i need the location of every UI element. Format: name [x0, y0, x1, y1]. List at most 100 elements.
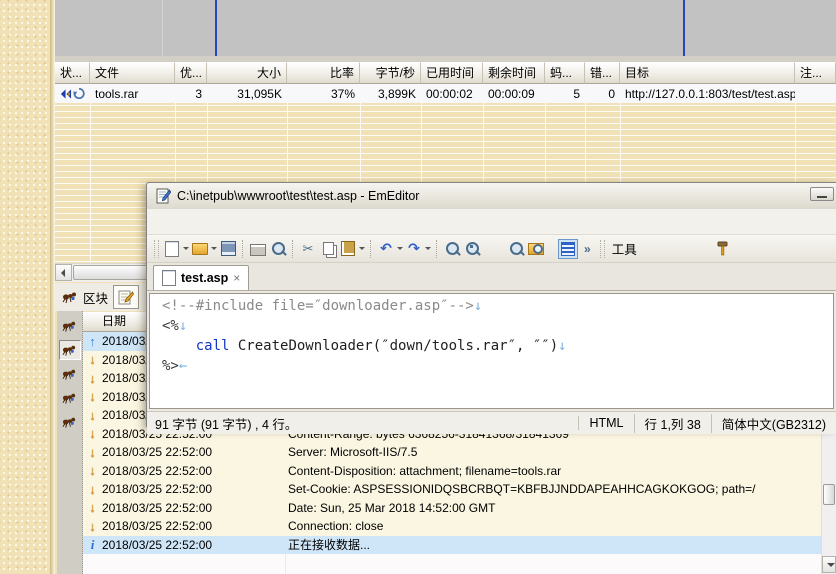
emeditor-titlebar[interactable]: C:\inetpub\wwwroot\test\test.asp - EmEdi…	[147, 183, 836, 209]
top-pane-divider	[162, 0, 163, 56]
thread-ant-icon[interactable]	[59, 364, 81, 384]
col-target[interactable]: 目标	[620, 62, 795, 84]
vertical-scroll-thumb[interactable]	[823, 484, 835, 505]
col-size[interactable]: 大小	[207, 62, 287, 84]
left-texture-strip	[0, 0, 55, 574]
copy-icon	[323, 242, 334, 255]
log-row[interactable]: ↓ 2018/03/25 22:52:00 Set-Cookie: ASPSES…	[83, 480, 821, 499]
log-row-icon: ↓	[85, 352, 100, 367]
highlight-panel-toggle[interactable]	[558, 239, 578, 259]
emeditor-tabbar: test.asp ×	[147, 263, 836, 291]
scroll-down-button[interactable]	[822, 556, 836, 573]
status-encoding[interactable]: 简体中文(GB2312)	[711, 414, 836, 433]
scroll-left-button[interactable]	[55, 264, 72, 281]
log-row-message: Content-Disposition: attachment; filenam…	[288, 464, 561, 478]
tools-toolbar-grip[interactable]	[600, 240, 605, 258]
col-remaining[interactable]: 剩余时间	[483, 62, 545, 84]
col-errors[interactable]: 错...	[585, 62, 620, 84]
col-elapsed[interactable]: 已用时间	[421, 62, 483, 84]
code-lines: <!--#include file=″downloader.asp″-->↓<%…	[162, 296, 833, 376]
print-button[interactable]	[248, 239, 268, 259]
new-file-dropdown[interactable]	[182, 239, 190, 259]
col-speed[interactable]: 字节/秒	[360, 62, 421, 84]
download-table-header: 状... 文件 优... 大小 比率 字节/秒 已用时间 剩余时间 蚂... 错…	[55, 62, 836, 84]
cell-remaining: 00:00:09	[483, 87, 545, 101]
redo-icon: ↷	[408, 240, 420, 257]
scissors-icon: ✂	[303, 241, 314, 257]
vertical-scrollbar[interactable]	[821, 427, 836, 574]
undo-dropdown[interactable]	[396, 239, 404, 259]
download-row-tools-rar[interactable]: tools.rar 3 31,095K 37% 3,899K 00:00:02 …	[55, 84, 836, 103]
log-row-icon: ↓	[85, 426, 100, 441]
downloading-refresh-icon	[73, 87, 85, 100]
log-row[interactable]: i 2018/03/25 22:52:00 正在接收数据...	[83, 536, 821, 555]
log-row-message: Server: Microsoft-IIS/7.5	[288, 445, 417, 459]
cell-priority: 3	[175, 87, 207, 101]
down-arrow-icon	[827, 563, 835, 567]
open-folder-icon	[192, 243, 208, 255]
log-row[interactable]: ↓ 2018/03/25 22:52:00 Date: Sun, 25 Mar …	[83, 499, 821, 518]
toolbar-overflow-chevron[interactable]: »	[584, 242, 591, 256]
col-status[interactable]: 状...	[55, 62, 90, 84]
col-ratio[interactable]: 比率	[287, 62, 360, 84]
open-file-button[interactable]	[190, 239, 210, 259]
col-ants[interactable]: 蚂...	[545, 62, 585, 84]
cut-button[interactable]: ✂	[298, 239, 318, 259]
print-preview-button[interactable]	[268, 239, 288, 259]
tab-close-icon[interactable]: ×	[233, 271, 240, 285]
thread-ant-icon[interactable]	[59, 388, 81, 408]
minimize-icon	[817, 196, 827, 198]
log-row[interactable]: ↓ 2018/03/25 22:52:00 Server: Microsoft-…	[83, 443, 821, 462]
thread-ant-icon[interactable]	[59, 316, 81, 336]
list-panel-icon	[561, 242, 575, 256]
print-preview-icon	[272, 242, 285, 255]
replace-button[interactable]	[506, 239, 526, 259]
hammer-icon	[715, 241, 730, 256]
code-editor[interactable]: <!--#include file=″downloader.asp″-->↓<%…	[149, 293, 834, 409]
log-row-icon: ↓	[85, 389, 100, 404]
redo-button[interactable]: ↷	[404, 239, 424, 259]
find-in-files-button[interactable]	[526, 239, 546, 259]
open-file-dropdown[interactable]	[210, 239, 218, 259]
col-comment[interactable]: 注...	[795, 62, 836, 84]
tab-blocks[interactable]: 区块	[83, 288, 108, 307]
col-priority[interactable]: 优...	[175, 62, 207, 84]
external-tools-button[interactable]	[713, 239, 733, 259]
log-row-icon: i	[85, 537, 100, 553]
thread-ant-icon-selected[interactable]	[59, 340, 81, 360]
col-file[interactable]: 文件	[90, 62, 175, 84]
log-row-date: 2018/03/25 22:52:00	[102, 501, 212, 515]
status-syntax-mode[interactable]: HTML	[578, 416, 633, 430]
cell-file: tools.rar	[90, 87, 175, 101]
thread-ant-icon[interactable]	[59, 412, 81, 432]
log-row-icon: ↑	[85, 334, 100, 349]
paste-button[interactable]	[338, 239, 358, 259]
toolbar-grip[interactable]	[154, 240, 159, 258]
download-status-cell	[55, 87, 90, 100]
screen: 状... 文件 优... 大小 比率 字节/秒 已用时间 剩余时间 蚂... 错…	[0, 0, 836, 574]
emeditor-menubar	[147, 209, 836, 235]
log-row-message: Connection: close	[288, 519, 383, 533]
log-row[interactable]: ↓ 2018/03/25 22:52:00 Content-Dispositio…	[83, 462, 821, 481]
new-file-button[interactable]	[162, 239, 182, 259]
log-row-message: Date: Sun, 25 Mar 2018 14:52:00 GMT	[288, 501, 495, 515]
save-button[interactable]	[218, 239, 238, 259]
log-row-date: 2018/03/25 22:52:00	[102, 538, 212, 552]
minimize-button[interactable]	[810, 187, 834, 201]
log-row-icon: ↓	[85, 445, 100, 460]
log-row[interactable]: ↓ 2018/03/25 22:52:00 Connection: close	[83, 517, 821, 536]
cell-size: 31,095K	[207, 87, 287, 101]
status-cursor-position[interactable]: 行 1,列 38	[634, 414, 711, 433]
find-button[interactable]	[442, 239, 462, 259]
find-next-icon	[466, 242, 479, 255]
find-next-button[interactable]	[462, 239, 482, 259]
redo-dropdown[interactable]	[424, 239, 432, 259]
copy-button[interactable]	[318, 239, 338, 259]
find-icon	[446, 242, 459, 255]
paste-dropdown[interactable]	[358, 239, 366, 259]
undo-button[interactable]: ↶	[376, 239, 396, 259]
tab-log[interactable]	[113, 285, 139, 309]
document-icon	[162, 270, 176, 286]
tab-test-asp[interactable]: test.asp ×	[153, 265, 249, 290]
top-gray-pane	[55, 0, 836, 57]
